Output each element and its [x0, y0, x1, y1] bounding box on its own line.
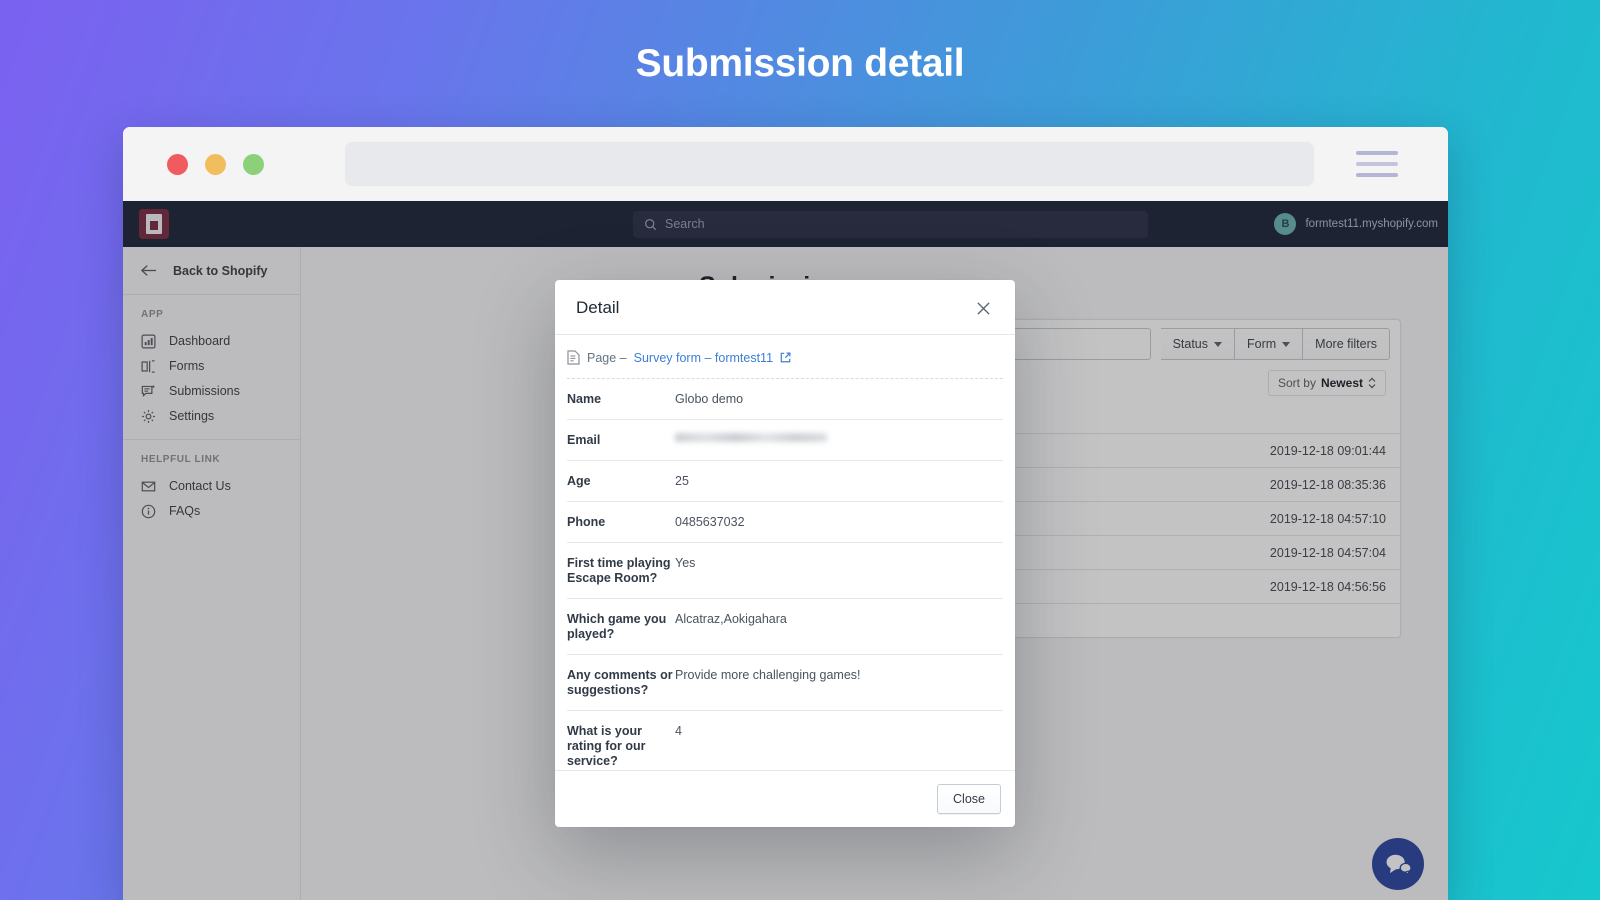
field-label: Name — [567, 392, 602, 406]
detail-modal: Detail Page – Survey form – formtest11 N… — [555, 280, 1015, 827]
field-value: 0485637032 — [675, 515, 745, 529]
detail-field-row: Which game you played? Alcatraz,Aokigaha… — [567, 599, 1003, 655]
close-icon[interactable] — [972, 297, 994, 319]
field-label: Email — [567, 433, 601, 447]
field-label: Phone — [567, 515, 606, 529]
browser-window: Search B formtest11.myshopify.com Back t… — [123, 127, 1448, 900]
field-value: 25 — [675, 474, 689, 488]
page-title: Submission detail — [635, 42, 965, 85]
page-link-prefix: Page – — [587, 350, 627, 365]
field-value: Alcatraz,Aokigahara — [675, 612, 787, 626]
detail-field-row: Email — [567, 420, 1003, 461]
field-value-redacted — [675, 433, 827, 442]
field-label: Any comments or suggestions? — [567, 668, 673, 697]
field-value: Provide more challenging games! — [675, 668, 861, 682]
field-value: Globo demo — [675, 392, 744, 406]
detail-field-row: Phone 0485637032 — [567, 502, 1003, 543]
external-link-icon — [780, 352, 791, 363]
field-value: Yes — [675, 556, 696, 570]
detail-field-row: Any comments or suggestions? Provide mor… — [567, 655, 1003, 711]
field-label: Age — [567, 474, 591, 488]
detail-field-row: What is your rating for our service? 4 — [567, 711, 1003, 770]
modal-body: Page – Survey form – formtest11 Name Glo… — [555, 335, 1015, 770]
page-source-link[interactable]: Page – Survey form – formtest11 — [567, 335, 1003, 379]
document-icon — [567, 350, 580, 365]
page-link-text[interactable]: Survey form – formtest11 — [634, 351, 773, 365]
field-label: Which game you played? — [567, 612, 667, 641]
detail-field-row: Age 25 — [567, 461, 1003, 502]
field-label: What is your rating for our service? — [567, 724, 646, 768]
modal-header: Detail — [555, 280, 1015, 335]
field-label: First time playing Escape Room? — [567, 556, 671, 585]
detail-field-row: First time playing Escape Room? Yes — [567, 543, 1003, 599]
modal-footer: Close — [555, 770, 1015, 827]
modal-title: Detail — [576, 298, 620, 317]
field-value: 4 — [675, 724, 682, 738]
close-button[interactable]: Close — [937, 784, 1001, 814]
detail-field-row: Name Globo demo — [567, 379, 1003, 420]
